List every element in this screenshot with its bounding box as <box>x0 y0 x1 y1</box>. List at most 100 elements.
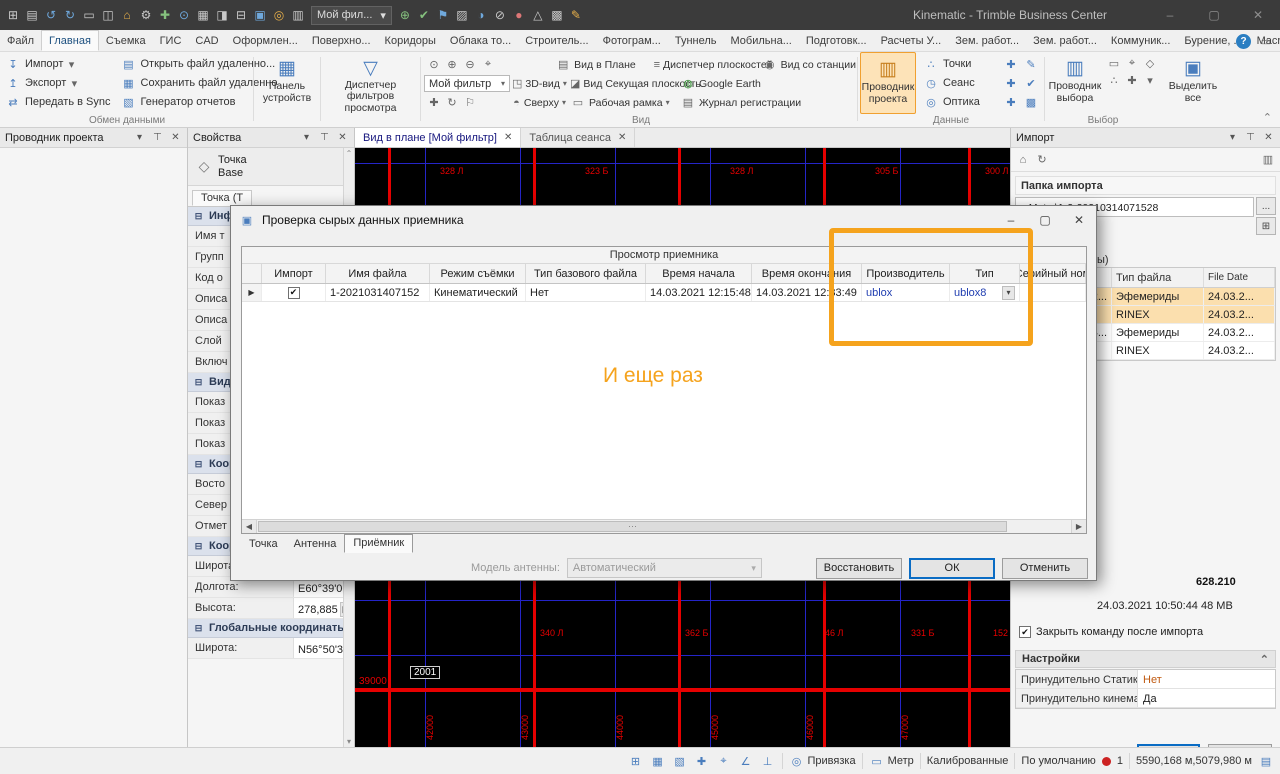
panel-icon[interactable]: ▣ <box>251 6 269 24</box>
view-3d-button[interactable]: ◳ 3D-вид ▾ <box>510 76 568 92</box>
disable-icon[interactable]: ⊘ <box>491 6 509 24</box>
target-icon[interactable]: ◎ <box>270 6 288 24</box>
ribbon-tab[interactable]: Коммуник... <box>1104 30 1177 51</box>
settings-icon[interactable]: ⚙ <box>137 6 155 24</box>
layout-icon[interactable]: ▤ <box>1258 753 1274 769</box>
select-options-icon[interactable]: ▾ <box>1142 72 1158 88</box>
column-header[interactable]: Импорт <box>262 264 326 283</box>
project-explorer-body[interactable] <box>0 148 187 747</box>
flag-icon[interactable]: ⚑ <box>434 6 452 24</box>
close-icon[interactable]: ✕ <box>618 132 626 143</box>
table-icon[interactable]: ▤ <box>23 6 41 24</box>
property-group[interactable]: ⊟ Глобальные координаты <box>188 619 354 638</box>
ribbon-tab[interactable]: Зем. работ... <box>1026 30 1104 51</box>
cancel-button[interactable]: Отменить <box>1002 557 1088 579</box>
ribbon-tab-file[interactable]: Файл <box>0 30 41 51</box>
tab-point[interactable]: Точка <box>241 536 286 553</box>
chevron-up-icon[interactable]: ⌃ <box>1260 653 1269 666</box>
snap-perp-icon[interactable]: ⊥ <box>760 753 776 769</box>
ribbon-tab[interactable]: Подготовк... <box>799 30 874 51</box>
new-file-icon[interactable]: ▭ <box>80 6 98 24</box>
snap-plus-icon[interactable]: ✚ <box>694 753 710 769</box>
import-button[interactable]: ↧ Импорт ▾ <box>2 55 114 73</box>
zoom-out-icon[interactable]: ⊖ <box>462 57 478 73</box>
add-icon[interactable]: ✚ <box>1003 94 1019 110</box>
chevron-down-icon[interactable]: ▾ <box>133 131 146 144</box>
file-date-column[interactable]: File Date <box>1204 268 1275 287</box>
calibration-status[interactable]: Калиброванные <box>927 755 1009 767</box>
ribbon-tab[interactable]: Зем. работ... <box>948 30 1026 51</box>
view-filter-dropdown[interactable]: Мой фильтр ▾ <box>424 75 510 92</box>
edit-icon[interactable]: ✎ <box>1023 56 1039 72</box>
collapse-icon[interactable]: ⊟ <box>232 6 250 24</box>
maximize-button[interactable]: ▢ <box>1192 0 1236 30</box>
ribbon-tab[interactable]: Оформлен... <box>226 30 305 51</box>
scroll-right-icon[interactable]: ▶ <box>1071 520 1086 533</box>
hatch-icon[interactable]: ▨ <box>453 6 471 24</box>
ribbon-tab[interactable]: Поверхно... <box>305 30 378 51</box>
ribbon-tab[interactable]: CAD <box>188 30 225 51</box>
close-after-import-option[interactable]: ✔ Закрыть команду после импорта <box>1019 626 1203 638</box>
plane-manager-button[interactable]: ≡ Диспетчер плоскостей <box>652 57 773 73</box>
flag-tool-icon[interactable]: ⚐ <box>462 95 478 111</box>
browse-button[interactable]: ... <box>1256 197 1276 215</box>
import-cell[interactable]: ✔ <box>262 284 326 301</box>
ribbon-tab[interactable]: Облака то... <box>443 30 518 51</box>
ribbon-tab[interactable]: Мобильна... <box>724 30 799 51</box>
ribbon-tab[interactable]: Строитель... <box>518 30 595 51</box>
ribbon-tab[interactable]: Коридоры <box>378 30 443 51</box>
chevron-down-icon[interactable]: ▾ <box>1226 131 1239 144</box>
restore-button[interactable]: Восстановить <box>816 557 902 579</box>
column-header[interactable]: Режим съёмки <box>430 264 526 283</box>
checkbox-checked[interactable]: ✔ <box>1019 626 1031 638</box>
check-icon[interactable]: ✔ <box>1023 75 1039 91</box>
search-icon[interactable]: ⊙ <box>175 6 193 24</box>
setting-value[interactable]: Да <box>1138 689 1275 707</box>
units-mode[interactable]: ▭ Метр <box>869 753 913 769</box>
selection-explorer-button[interactable]: ▥ Проводник выбора <box>1047 52 1103 114</box>
ribbon-tab[interactable]: Фотограм... <box>596 30 668 51</box>
orbit-icon[interactable]: ↻ <box>444 95 460 111</box>
edit-icon[interactable]: ✎ <box>567 6 585 24</box>
undo-icon[interactable]: ↺ <box>42 6 60 24</box>
registration-log-button[interactable]: ▤ Журнал регистрации <box>678 95 803 111</box>
snap-cells-icon[interactable]: ▦ <box>650 753 666 769</box>
pin-icon[interactable]: ⊤ <box>151 131 164 144</box>
dense-grid-icon[interactable]: ▩ <box>548 6 566 24</box>
setting-value[interactable]: Нет <box>1138 670 1275 688</box>
project-explorer-button[interactable]: ▥ Проводник проекта <box>860 52 916 114</box>
add-icon[interactable]: ✚ <box>1003 56 1019 72</box>
snap-angle-icon[interactable]: ∠ <box>738 753 754 769</box>
scrollbar-thumb[interactable]: ⋯ <box>258 521 1007 532</box>
snap-hatch-icon[interactable]: ▧ <box>672 753 688 769</box>
horizontal-scrollbar[interactable]: ◀ ⋯ ▶ <box>242 519 1086 533</box>
scroll-up-icon[interactable]: ⌃ <box>346 149 353 158</box>
antenna-model-combo[interactable]: Автоматический ▾ <box>566 558 762 578</box>
snap-mode[interactable]: ◎ Привязка <box>789 753 856 769</box>
pan-icon[interactable]: ✚ <box>426 95 442 111</box>
default-profile[interactable]: По умолчанию <box>1021 755 1095 767</box>
pin-ribbon-icon[interactable]: ▭ <box>1258 33 1274 49</box>
optics-button[interactable]: ◎ Оптика ✚ ▩ <box>920 93 1042 111</box>
folder-options-button[interactable]: ⊞ <box>1256 217 1276 235</box>
add-icon[interactable]: ✚ <box>156 6 174 24</box>
view-filter-manager-button[interactable]: ▽ Диспетчер фильтров просмотра <box>323 52 418 114</box>
ribbon-tab[interactable]: Туннель <box>668 30 724 51</box>
properties-tab[interactable]: Точка (Т <box>192 190 253 206</box>
setting-row[interactable]: Принудительно Статика: Нет <box>1016 670 1275 689</box>
scroll-left-icon[interactable]: ◀ <box>242 520 257 533</box>
tab-receiver[interactable]: Приёмник <box>344 534 414 553</box>
select-polygon-icon[interactable]: ◇ <box>1142 55 1158 71</box>
doc-tab-session-table[interactable]: Таблица сеанса ✕ <box>521 128 636 147</box>
rows-icon[interactable]: ▥ <box>289 6 307 24</box>
station-view-button[interactable]: ◉ Вид со станции <box>760 57 858 73</box>
dialog-maximize-button[interactable]: ▢ <box>1028 206 1062 234</box>
pin-icon[interactable]: ⊤ <box>318 131 331 144</box>
close-button[interactable]: ✕ <box>1236 0 1280 30</box>
device-panel-button[interactable]: ▦ Панель устройств <box>256 52 318 114</box>
google-earth-button[interactable]: ◍ Google Earth <box>678 76 763 92</box>
column-header[interactable]: Время начала <box>646 264 752 283</box>
ok-button[interactable]: ОК <box>909 557 995 579</box>
scroll-down-icon[interactable]: ▾ <box>347 737 351 746</box>
cutting-plane-view-button[interactable]: ◪ Вид Секущая плоскость <box>568 76 701 92</box>
